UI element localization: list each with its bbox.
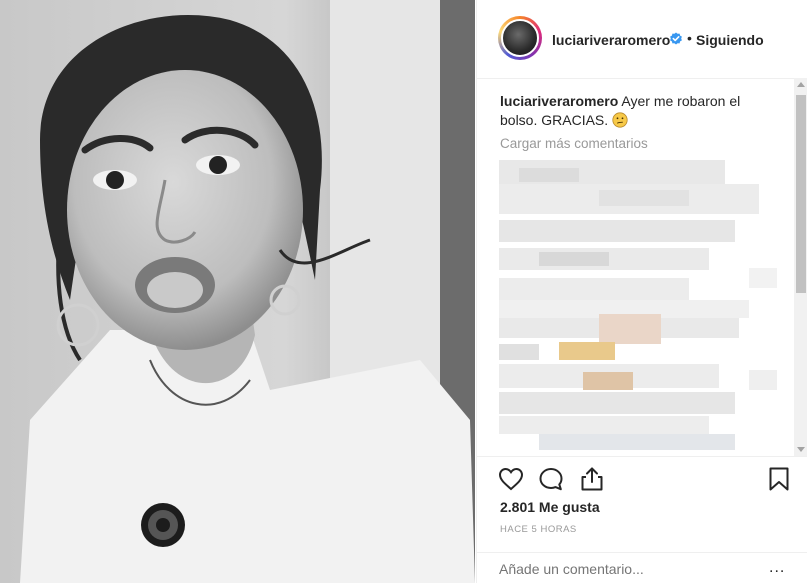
post-caption: luciariveraromero Ayer me robaron el bol… bbox=[500, 92, 760, 130]
post-actions bbox=[477, 456, 807, 499]
separator-dot: • bbox=[687, 30, 692, 46]
confused-emoji-icon bbox=[612, 112, 628, 128]
scrollbar-thumb[interactable] bbox=[796, 95, 806, 293]
add-comment-bar: ... bbox=[477, 552, 807, 584]
post-side-panel: luciariveraromero • Siguiendo luciariver… bbox=[476, 0, 807, 583]
load-more-comments-link[interactable]: Cargar más comentarios bbox=[500, 136, 648, 151]
comment-bubble-icon[interactable] bbox=[537, 465, 565, 493]
caption-username[interactable]: luciariveraromero bbox=[500, 93, 618, 109]
bookmark-icon[interactable] bbox=[765, 465, 793, 493]
scroll-down-arrow-icon[interactable] bbox=[797, 447, 805, 452]
post-header: luciariveraromero • Siguiendo bbox=[477, 0, 807, 79]
comments-scrollbar[interactable] bbox=[794, 78, 807, 456]
share-upload-icon[interactable] bbox=[578, 465, 606, 493]
more-options-button[interactable]: ... bbox=[769, 559, 785, 577]
post-image-svg bbox=[0, 0, 475, 583]
avatar[interactable] bbox=[498, 16, 542, 60]
likes-count[interactable]: 2.801 Me gusta bbox=[500, 499, 600, 515]
following-button[interactable]: Siguiendo bbox=[696, 32, 764, 48]
verified-badge-icon bbox=[670, 32, 682, 45]
username-link[interactable]: luciariveraromero bbox=[552, 32, 670, 48]
scroll-up-arrow-icon[interactable] bbox=[797, 82, 805, 87]
post-timestamp: HACE 5 HORAS bbox=[500, 524, 577, 535]
avatar-image bbox=[501, 19, 539, 57]
comment-input[interactable] bbox=[499, 561, 739, 577]
heart-icon[interactable] bbox=[497, 465, 525, 493]
obscured-comments bbox=[499, 160, 785, 456]
post-photo[interactable] bbox=[0, 0, 475, 583]
